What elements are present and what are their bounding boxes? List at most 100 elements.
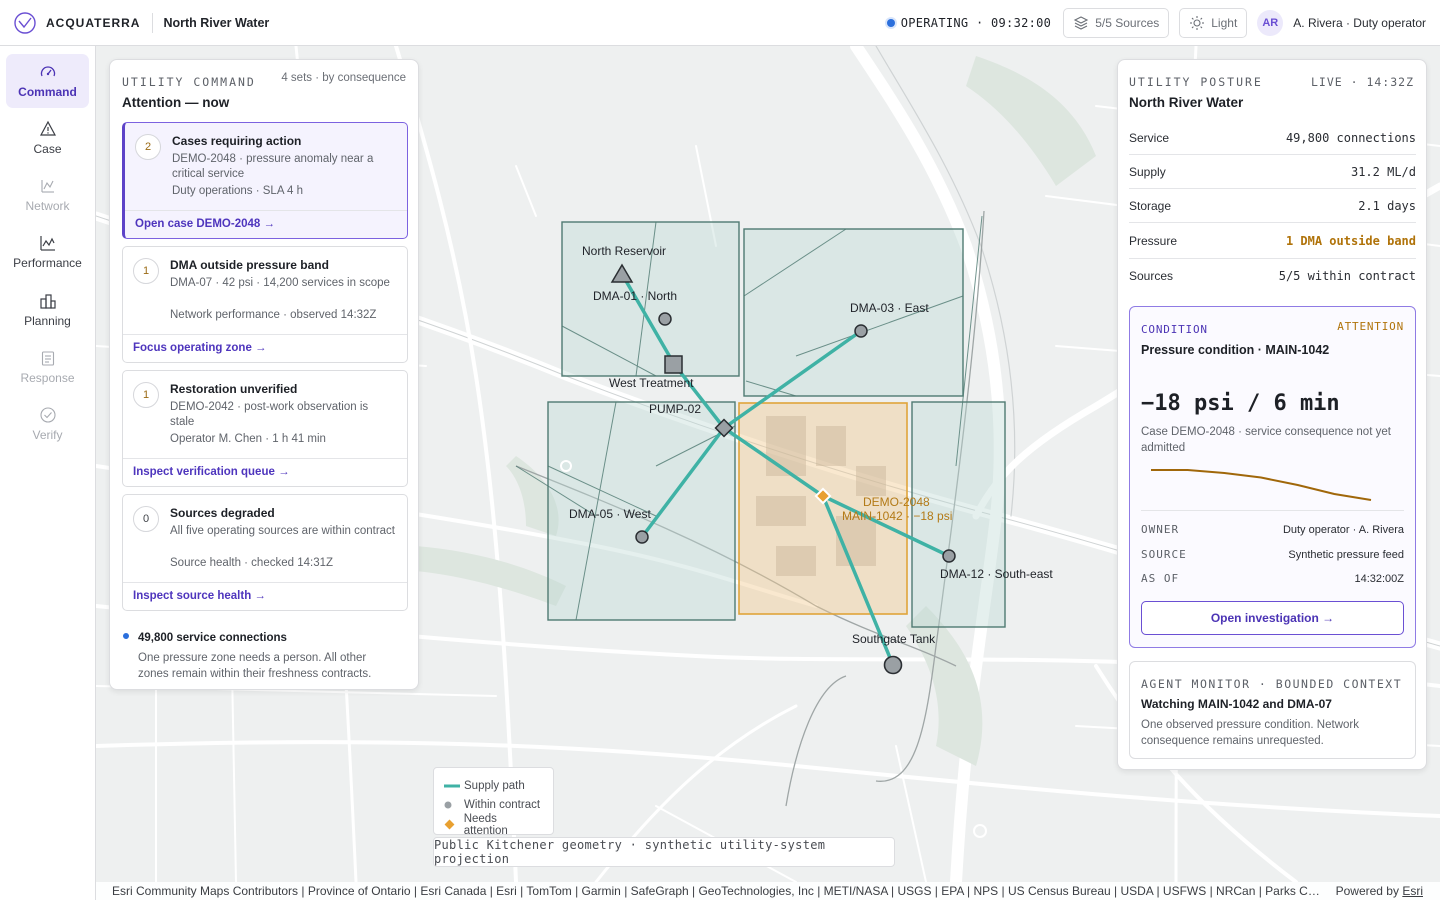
check-circle-icon bbox=[39, 407, 56, 423]
metric-label: Pressure bbox=[1129, 233, 1178, 248]
card-title: Restoration unverified bbox=[170, 382, 298, 396]
as-of-row: AS OF 14:32:00Z bbox=[1141, 572, 1404, 585]
projection-note: Public Kitchener geometry · synthetic ut… bbox=[433, 837, 895, 867]
card-title: Sources degraded bbox=[170, 506, 275, 520]
label-dma-01: DMA-01 · North bbox=[593, 289, 677, 303]
legend-row-supply: Supply path bbox=[444, 776, 543, 796]
buildings-icon bbox=[39, 294, 56, 309]
nav-item-response[interactable]: Response bbox=[6, 340, 89, 394]
sun-icon bbox=[1190, 15, 1205, 30]
user-avatar[interactable]: AR bbox=[1257, 9, 1284, 36]
source-row: SOURCE Synthetic pressure feed bbox=[1141, 548, 1404, 561]
nav-label: Verify bbox=[32, 428, 63, 442]
metric-row-service: Service 49,800 connections bbox=[1129, 121, 1416, 155]
legend-row-attention: Needs attention bbox=[444, 813, 543, 837]
card-subtext: Source health · checked 14:31Z bbox=[170, 557, 334, 569]
attention-card-dma-pressure[interactable]: 1 DMA outside pressure band DMA-07 · 42 … bbox=[122, 246, 408, 363]
owner-row: OWNER Duty operator · A. Rivera bbox=[1141, 523, 1404, 536]
nav-label: Command bbox=[18, 85, 77, 99]
condition-card: CONDITION ATTENTION Pressure condition ·… bbox=[1129, 306, 1416, 648]
dma-01-node bbox=[658, 312, 672, 326]
verification-queue-link[interactable]: Inspect verification queue → bbox=[133, 466, 290, 478]
source-value: Synthetic pressure feed bbox=[1288, 548, 1404, 561]
metric-row-storage: Storage 2.1 days bbox=[1129, 189, 1416, 223]
attention-card-restoration[interactable]: 1 Restoration unverified DEMO-2042 · pos… bbox=[122, 370, 408, 487]
card-title: Cases requiring action bbox=[172, 134, 302, 148]
card-divider bbox=[123, 582, 407, 583]
panel-title: North River Water bbox=[1129, 95, 1244, 110]
metric-label: Sources bbox=[1129, 269, 1174, 283]
metric-row-supply: Supply 31.2 ML/d bbox=[1129, 155, 1416, 189]
card-subtext: Operator M. Chen · 1 h 41 min bbox=[170, 433, 326, 445]
label-west-treatment: West Treatment bbox=[609, 376, 694, 390]
service-description: One pressure zone needs a person. All ot… bbox=[138, 652, 372, 680]
label-case: DEMO-2048 bbox=[863, 495, 930, 509]
card-description: DMA-07 · 42 psi · 14,200 services in sco… bbox=[170, 277, 390, 289]
nav-item-case[interactable]: Case bbox=[6, 111, 89, 165]
panel-title: Attention — now bbox=[122, 95, 230, 110]
left-navigation: Command Case Network Performance Plannin… bbox=[0, 46, 96, 900]
status-dot-icon bbox=[886, 18, 895, 27]
brand-name: ACQUATERRA bbox=[46, 15, 141, 30]
brand-divider bbox=[152, 12, 154, 33]
treatment-plant-icon bbox=[664, 355, 683, 374]
nav-item-network[interactable]: Network bbox=[6, 168, 89, 222]
top-bar: ACQUATERRA North River Water OPERATING ·… bbox=[0, 0, 1440, 46]
as-of-value: 14:32:00Z bbox=[1354, 572, 1404, 585]
nav-item-performance[interactable]: Performance bbox=[6, 225, 89, 279]
source-key: SOURCE bbox=[1141, 548, 1187, 561]
owner-value: Duty operator · A. Rivera bbox=[1282, 523, 1404, 536]
open-case-link[interactable]: Open case DEMO-2048 → bbox=[135, 218, 275, 230]
focus-zone-link[interactable]: Focus operating zone → bbox=[133, 342, 267, 354]
label-dma-03: DMA-03 · East bbox=[850, 301, 929, 315]
label-southgate-tank: Southgate Tank bbox=[852, 632, 936, 646]
nav-label: Response bbox=[20, 371, 75, 385]
as-of-key: AS OF bbox=[1141, 572, 1180, 585]
attention-card-sources[interactable]: 0 Sources degraded All five operating so… bbox=[122, 494, 408, 611]
condition-value: −18 psi / 6 min bbox=[1141, 391, 1340, 416]
theme-toggle-button[interactable]: Light bbox=[1179, 7, 1248, 38]
attention-card-cases[interactable]: 2 Cases requiring action DEMO-2048 · pre… bbox=[122, 122, 408, 239]
card-divider bbox=[125, 210, 407, 211]
legend-label: Within contract bbox=[464, 799, 541, 812]
map-attribution: Esri Community Maps Contributors | Provi… bbox=[96, 882, 1440, 900]
brand[interactable]: ACQUATERRA bbox=[0, 11, 141, 34]
esri-link[interactable]: Esri bbox=[1402, 884, 1423, 898]
nav-label: Case bbox=[33, 142, 62, 156]
source-health-link[interactable]: Inspect source health → bbox=[133, 590, 266, 602]
card-subtext: Duty operations · SLA 4 h bbox=[172, 185, 304, 197]
metric-value: 2.1 days bbox=[1358, 198, 1416, 213]
card-divider bbox=[123, 458, 407, 459]
owner-key: OWNER bbox=[1141, 523, 1180, 536]
condition-label: CONDITION bbox=[1141, 323, 1208, 336]
nav-label: Network bbox=[25, 199, 70, 213]
nav-label: Planning bbox=[24, 314, 71, 328]
powered-by: Powered by Esri bbox=[1324, 884, 1440, 898]
nav-item-planning[interactable]: Planning bbox=[6, 283, 89, 337]
utility-command-panel: UTILITY COMMAND 4 sets · by consequence … bbox=[109, 59, 419, 690]
metric-value: 31.2 ML/d bbox=[1350, 164, 1416, 179]
live-timestamp: LIVE · 14:32Z bbox=[1310, 75, 1414, 89]
attribution-text: Esri Community Maps Contributors | Provi… bbox=[112, 884, 1324, 898]
count-badge: 1 bbox=[133, 258, 159, 284]
metric-row-sources: Sources 5/5 within contract bbox=[1129, 259, 1416, 293]
supply-path-swatch-icon bbox=[444, 784, 460, 788]
clipboard-icon bbox=[41, 351, 54, 366]
dma-05-node bbox=[635, 530, 649, 544]
southgate-tank-icon bbox=[883, 655, 903, 675]
legend-label: Supply path bbox=[464, 779, 525, 792]
service-dot-icon bbox=[123, 633, 129, 639]
sources-button-label: 5/5 Sources bbox=[1095, 15, 1160, 30]
open-investigation-button[interactable]: Open investigation → bbox=[1141, 601, 1404, 635]
metric-label: Supply bbox=[1129, 164, 1166, 179]
gauge-icon bbox=[40, 66, 55, 77]
condition-divider bbox=[1141, 510, 1404, 511]
nav-item-verify[interactable]: Verify bbox=[6, 397, 89, 451]
condition-title: Pressure condition · MAIN-1042 bbox=[1141, 343, 1330, 357]
nav-item-command[interactable]: Command bbox=[6, 54, 89, 108]
sources-button[interactable]: 5/5 Sources bbox=[1063, 7, 1170, 38]
theme-toggle-label: Light bbox=[1211, 15, 1238, 30]
label-case-detail: MAIN-1042 · −18 psi bbox=[842, 509, 952, 523]
within-contract-swatch-icon bbox=[444, 801, 452, 809]
card-description: DEMO-2042 · post-work observation is sta… bbox=[170, 401, 369, 428]
